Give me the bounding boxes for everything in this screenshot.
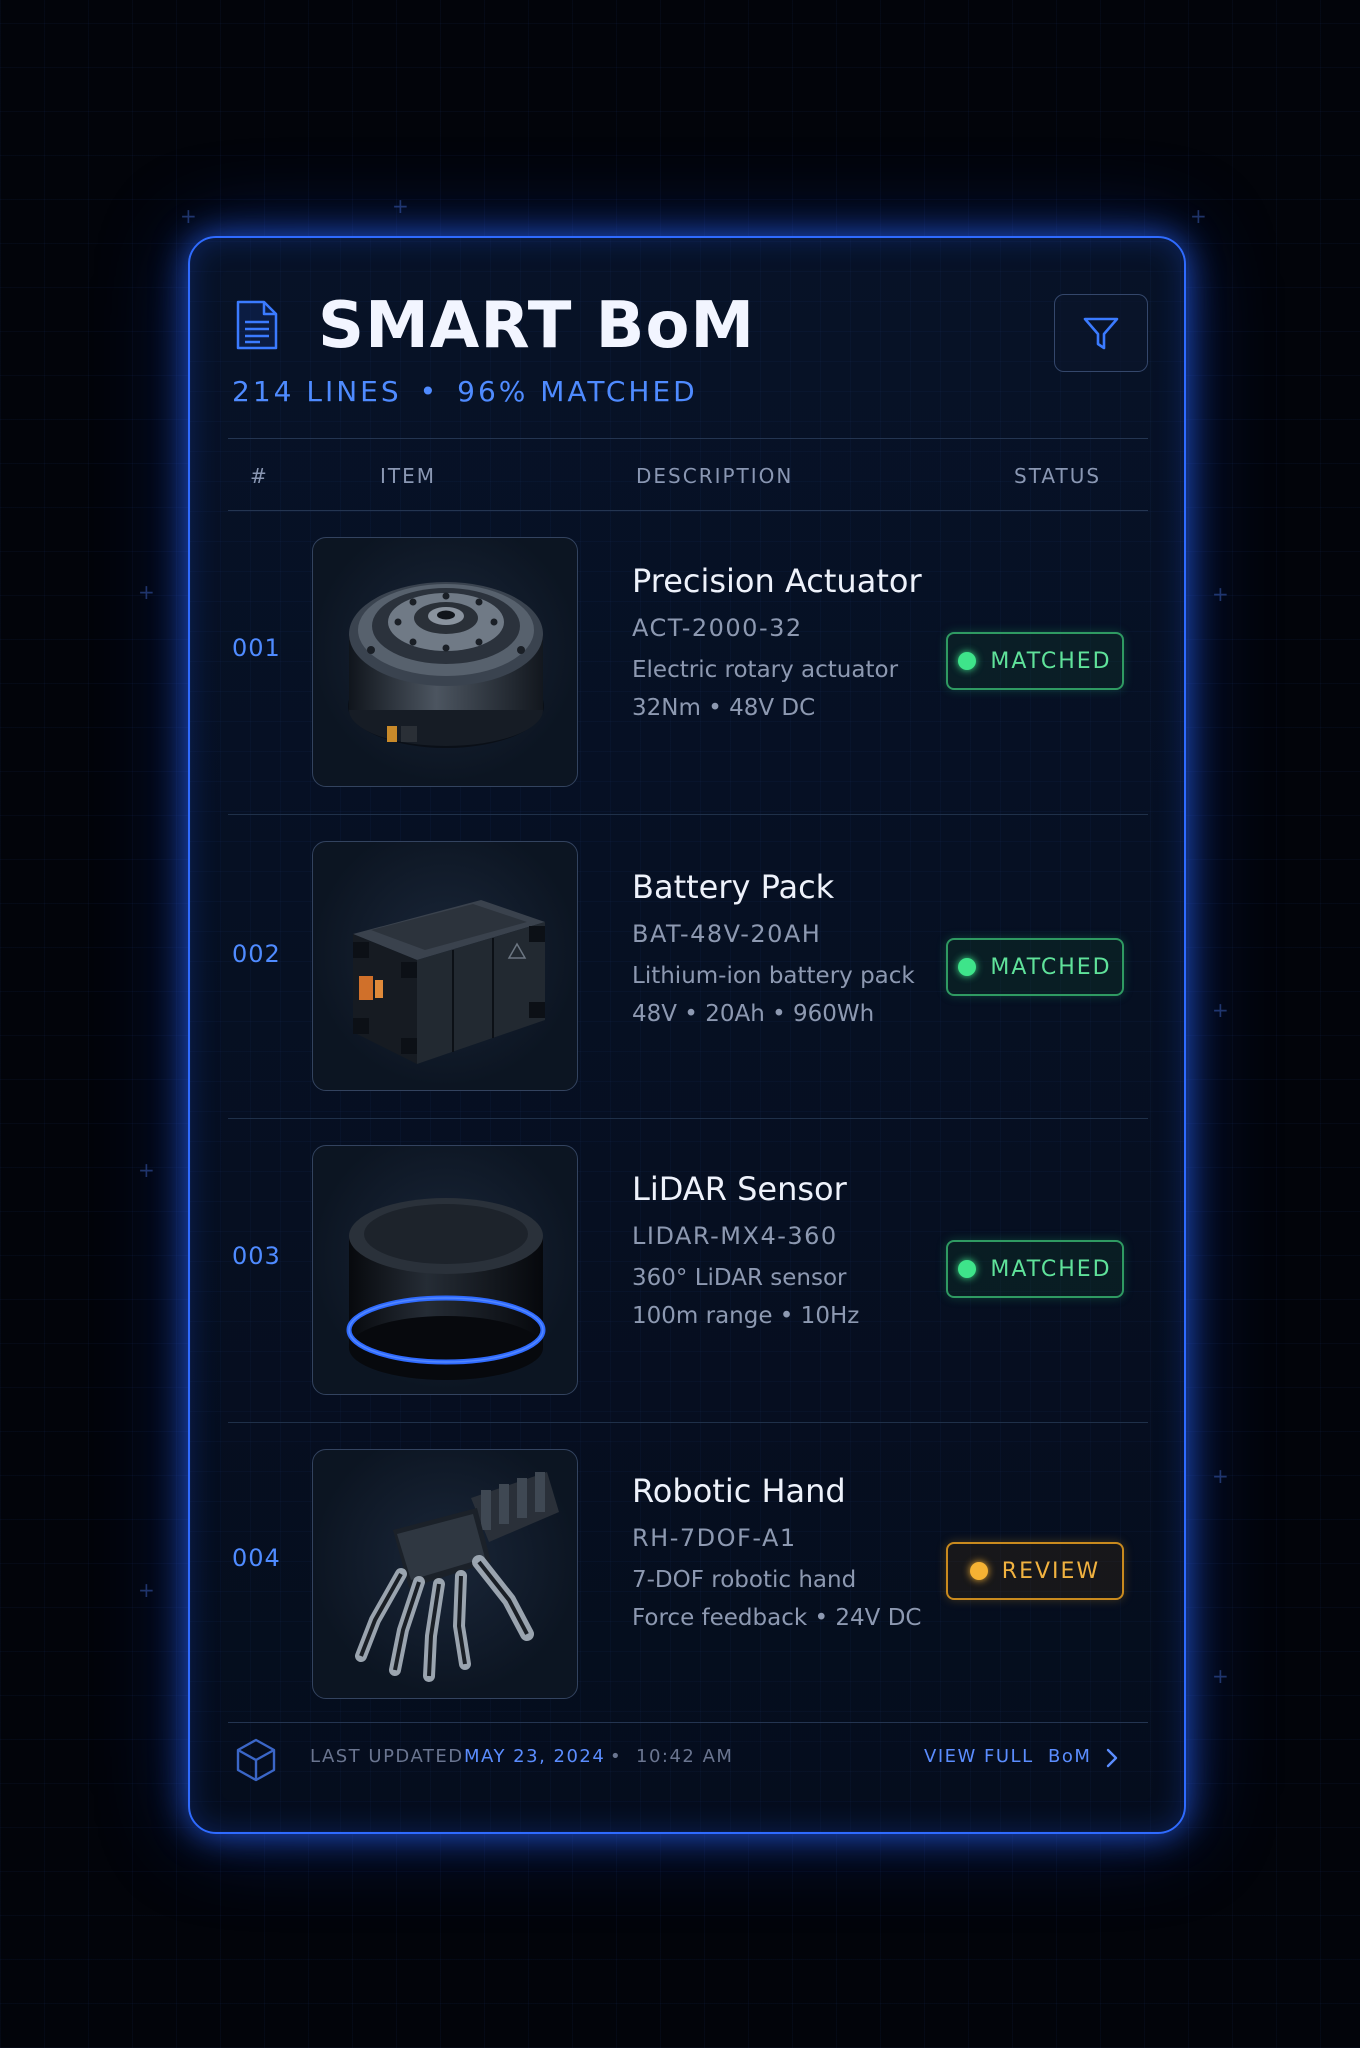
row-number: 003: [232, 1242, 281, 1270]
battery-image: [312, 841, 578, 1091]
footer-divider: [228, 1722, 1148, 1723]
row-number: 001: [232, 634, 281, 662]
item-description: Lithium-ion battery pack: [632, 963, 915, 989]
item-name: Precision Actuator: [632, 562, 922, 600]
grid-cross-mark: +: [1212, 1664, 1229, 1688]
item-specs: 48V • 20Ah • 960Wh: [632, 1001, 875, 1027]
actuator-image: [312, 537, 578, 787]
filter-icon: [1083, 317, 1119, 350]
cube-icon: [236, 1738, 276, 1782]
filter-button[interactable]: [1054, 294, 1148, 372]
item-description: Electric rotary actuator: [632, 657, 899, 683]
part-number: LIDAR-MX4-360: [632, 1222, 838, 1250]
last-updated-date: MAY 23, 2024: [464, 1746, 606, 1767]
status-dot-icon: [958, 1260, 977, 1278]
part-number: RH-7DOF-A1: [632, 1524, 797, 1552]
column-header-number: #: [250, 464, 269, 488]
table-row[interactable]: 001 Precision Actuator ACT-2000-32 Elect…: [228, 511, 1148, 815]
view-full-bom-link[interactable]: VIEW FULL BoM: [924, 1746, 1091, 1768]
column-header-status: STATUS: [1014, 464, 1102, 488]
column-header-item: ITEM: [380, 464, 437, 488]
status-dot-icon: [958, 958, 977, 976]
row-number: 002: [232, 940, 281, 968]
item-name: LiDAR Sensor: [632, 1170, 847, 1208]
status-badge[interactable]: MATCHED: [946, 938, 1124, 996]
part-number: ACT-2000-32: [632, 614, 803, 642]
status-badge[interactable]: MATCHED: [946, 632, 1124, 690]
column-header-description: DESCRIPTION: [636, 464, 794, 488]
grid-cross-mark: +: [1212, 582, 1229, 606]
document-icon: [236, 300, 278, 350]
part-number: BAT-48V-20AH: [632, 920, 822, 948]
footer: LAST UPDATED MAY 23, 2024 • 10:42 AM VIE…: [228, 1726, 1148, 1786]
robotic-hand-image: [312, 1449, 578, 1699]
summary-separator: •: [419, 375, 440, 408]
page-title: SMART BoM: [318, 289, 756, 363]
bom-summary: 214 LINES • 96% MATCHED: [232, 374, 698, 410]
item-specs: 32Nm • 48V DC: [632, 695, 816, 721]
row-number: 004: [232, 1544, 281, 1572]
match-rate: 96% MATCHED: [457, 375, 698, 408]
grid-cross-mark: +: [180, 204, 197, 228]
grid-cross-mark: +: [392, 194, 409, 218]
status-dot-icon: [969, 1562, 988, 1580]
header-divider: [228, 438, 1148, 439]
table-row[interactable]: 004 Robotic Hand RH-7DOF-A1 7-DOF roboti…: [228, 1423, 1148, 1727]
item-specs: 100m range • 10Hz: [632, 1303, 860, 1329]
status-label: MATCHED: [990, 1256, 1112, 1282]
item-name: Battery Pack: [632, 868, 835, 906]
grid-cross-mark: +: [138, 1158, 155, 1182]
item-specs: Force feedback • 24V DC: [632, 1605, 922, 1631]
grid-cross-mark: +: [1212, 1464, 1229, 1488]
status-badge[interactable]: MATCHED: [946, 1240, 1124, 1298]
grid-cross-mark: +: [138, 580, 155, 604]
grid-cross-mark: +: [1190, 204, 1207, 228]
status-badge[interactable]: REVIEW: [946, 1542, 1124, 1600]
last-updated-time: 10:42 AM: [636, 1746, 734, 1767]
item-name: Robotic Hand: [632, 1472, 846, 1510]
status-dot-icon: [958, 652, 977, 670]
bom-card: SMART BoM 214 LINES • 96% MATCHED # ITEM…: [188, 236, 1186, 1834]
table-row[interactable]: 003 LiDAR Sensor LIDAR-MX4-360 360° LiDA…: [228, 1119, 1148, 1423]
footer-separator: •: [610, 1746, 623, 1767]
status-label: REVIEW: [1001, 1558, 1101, 1584]
grid-cross-mark: +: [138, 1578, 155, 1602]
status-label: MATCHED: [990, 954, 1112, 980]
chevron-right-icon[interactable]: [1104, 1746, 1120, 1770]
status-label: MATCHED: [990, 648, 1112, 674]
lidar-image: [312, 1145, 578, 1395]
item-description: 7-DOF robotic hand: [632, 1567, 857, 1593]
line-count: 214 LINES: [232, 375, 402, 408]
item-description: 360° LiDAR sensor: [632, 1265, 847, 1291]
table-row[interactable]: 002 Battery Pack BAT-48V-20AH Lithium-io…: [228, 815, 1148, 1119]
grid-cross-mark: +: [1212, 998, 1229, 1022]
last-updated-label: LAST UPDATED: [310, 1746, 464, 1767]
